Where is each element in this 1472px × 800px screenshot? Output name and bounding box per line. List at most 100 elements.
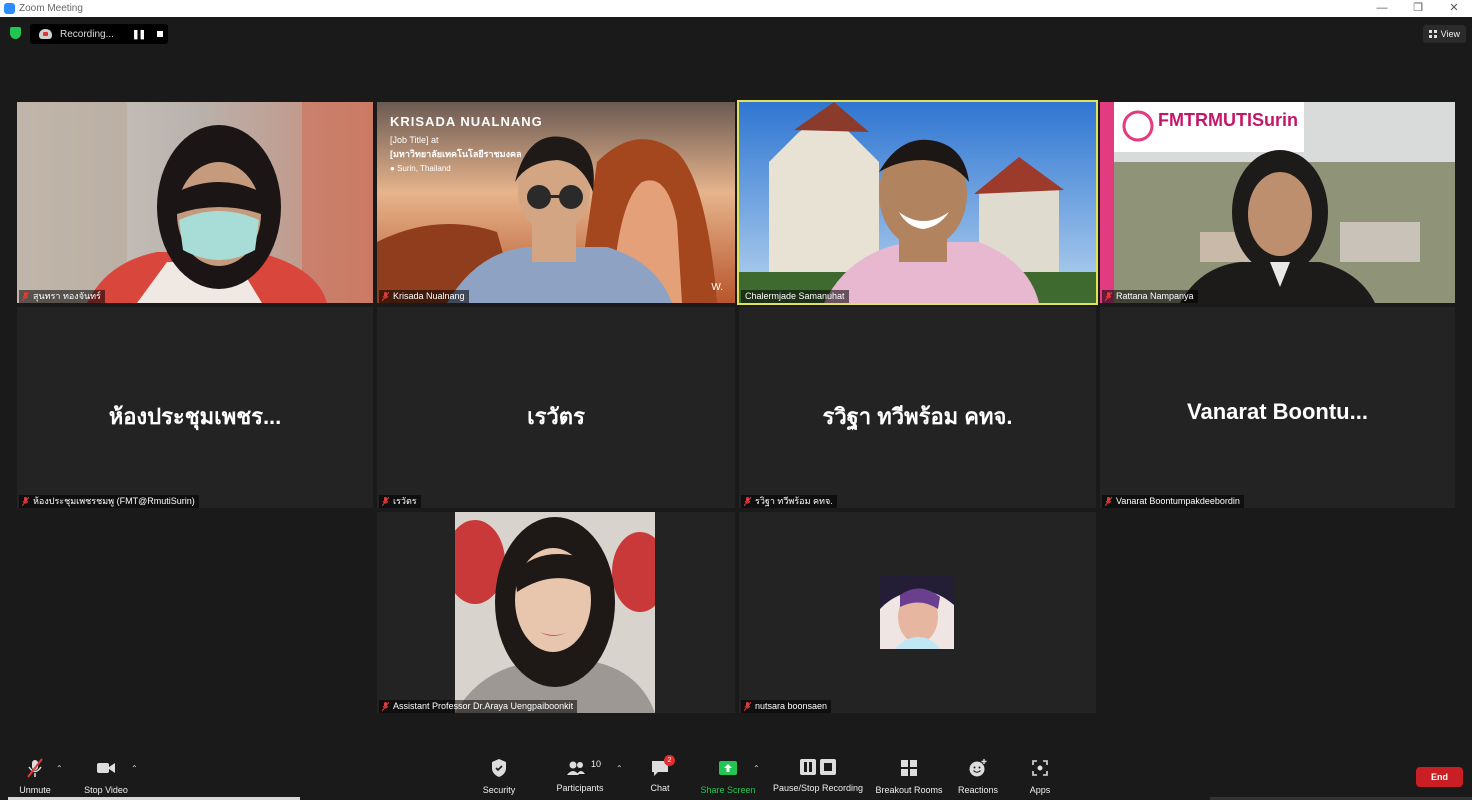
participants-icon-group: 10 bbox=[560, 758, 602, 778]
muted-mic-icon bbox=[744, 497, 751, 506]
grid-view-icon bbox=[1428, 30, 1437, 38]
participant-video bbox=[17, 102, 373, 303]
background-watermark: W. bbox=[711, 282, 723, 293]
pause-icon bbox=[800, 759, 816, 775]
security-label: Security bbox=[482, 785, 516, 795]
video-camera-icon bbox=[97, 763, 115, 773]
chat-button[interactable]: 2 Chat bbox=[645, 755, 675, 793]
stop-video-label: Stop Video bbox=[84, 785, 128, 795]
participant-video bbox=[377, 102, 735, 303]
close-icon[interactable]: ✕ bbox=[1436, 0, 1472, 17]
video-tile-off[interactable]: เรวัตร เรวัตร bbox=[377, 307, 735, 508]
participant-name-label: รวิฐา ทวีพร้อม คทจ. bbox=[741, 495, 837, 508]
participants-count: 10 bbox=[591, 759, 602, 769]
meeting-toolbar: Unmute ⌃ Stop Video ⌃ Security 10 Partic… bbox=[0, 752, 1472, 800]
breakout-rooms-button[interactable]: Breakout Rooms bbox=[874, 758, 944, 795]
view-button[interactable]: View bbox=[1422, 25, 1466, 43]
muted-mic-icon bbox=[1105, 497, 1112, 506]
breakout-rooms-icon bbox=[901, 760, 917, 776]
security-button[interactable]: Security bbox=[479, 758, 519, 795]
participant-display-name: รวิฐา ทวีพร้อม คทจ. bbox=[822, 404, 1013, 429]
stop-recording-icon[interactable] bbox=[157, 31, 164, 37]
apps-label: Apps bbox=[1029, 785, 1051, 795]
participants-options-caret-icon[interactable]: ⌃ bbox=[616, 764, 623, 773]
video-tile-off[interactable]: Vanarat Boontu... Vanarat Boontumpakdeeb… bbox=[1100, 307, 1455, 508]
muted-mic-icon bbox=[744, 702, 751, 711]
participant-name-label: Krisada Nualnang bbox=[379, 290, 469, 303]
video-tile[interactable]: สุนทรา ทองจันทร์ bbox=[17, 102, 373, 303]
background-org: [มหาวิทยาลัยเทคโนโลยีราชมงคล bbox=[390, 149, 522, 159]
muted-mic-icon bbox=[382, 702, 389, 711]
cloud-recording-icon bbox=[39, 29, 52, 39]
unmute-label: Unmute bbox=[19, 785, 51, 795]
participant-video bbox=[1100, 102, 1455, 303]
recording-indicator: Recording... ❚❚ bbox=[30, 24, 168, 44]
participants-label: Participants bbox=[556, 783, 604, 793]
background-title: KRISADA NUALNANG bbox=[390, 114, 543, 129]
apps-button[interactable]: Apps bbox=[1025, 758, 1055, 795]
participant-name-label: Chalermjade Samanuhat bbox=[741, 290, 849, 303]
window-title: Zoom Meeting bbox=[19, 3, 83, 14]
restore-icon[interactable]: ❐ bbox=[1400, 0, 1436, 17]
location-pin-icon: ● bbox=[390, 164, 395, 173]
video-tile-off[interactable]: nutsara boonsaen bbox=[739, 512, 1096, 713]
pause-stop-recording-label: Pause/Stop Recording bbox=[772, 783, 864, 793]
recording-controls-icons bbox=[799, 758, 837, 778]
window-titlebar: Zoom Meeting — ❐ ✕ bbox=[0, 0, 1472, 17]
encryption-shield-icon[interactable] bbox=[10, 27, 21, 39]
share-options-caret-icon[interactable]: ⌃ bbox=[753, 764, 760, 773]
chat-badge: 2 bbox=[664, 755, 675, 766]
muted-mic-icon bbox=[22, 497, 29, 506]
apps-icon bbox=[1032, 760, 1048, 776]
muted-mic-icon bbox=[22, 292, 29, 301]
end-meeting-button[interactable]: End bbox=[1416, 767, 1463, 787]
reactions-label: Reactions bbox=[957, 785, 999, 795]
video-options-caret-icon[interactable]: ⌃ bbox=[131, 764, 138, 773]
zoom-logo-icon bbox=[4, 3, 15, 14]
participants-icon bbox=[567, 761, 585, 775]
participant-name-label: Vanarat Boontumpakdeebordin bbox=[1102, 495, 1244, 508]
participant-display-name: เรวัตร bbox=[527, 404, 585, 429]
stop-icon bbox=[820, 759, 836, 775]
video-tile-off[interactable]: รวิฐา ทวีพร้อม คทจ. รวิฐา ทวีพร้อม คทจ. bbox=[739, 307, 1096, 508]
meeting-topbar: Recording... ❚❚ View bbox=[0, 17, 1472, 49]
muted-microphone-icon bbox=[27, 758, 43, 778]
minimize-icon[interactable]: — bbox=[1364, 0, 1400, 17]
background-banner-text: FMTRMUTISurin bbox=[1158, 110, 1298, 130]
participants-button[interactable]: 10 Participants bbox=[552, 758, 608, 793]
participant-avatar bbox=[880, 575, 954, 649]
chat-label: Chat bbox=[650, 783, 670, 793]
background-location: ● Surin, Thailand bbox=[390, 164, 451, 173]
reactions-smiley-icon bbox=[969, 759, 987, 777]
chat-icon-wrap: 2 bbox=[650, 755, 675, 778]
breakout-rooms-label: Breakout Rooms bbox=[875, 785, 943, 795]
reactions-button[interactable]: Reactions bbox=[955, 758, 1001, 795]
recording-label: Recording... bbox=[60, 28, 114, 40]
video-tile[interactable]: KRISADA NUALNANG [Job Title] at [มหาวิทย… bbox=[377, 102, 735, 303]
participant-name-label: เรวัตร bbox=[379, 495, 421, 508]
stop-video-button[interactable]: Stop Video bbox=[80, 758, 132, 795]
video-tile[interactable]: FMTRMUTISurin Rattana Nampanya bbox=[1100, 102, 1455, 303]
video-tile-active-speaker[interactable]: Chalermjade Samanuhat bbox=[737, 100, 1098, 305]
background-job: [Job Title] at bbox=[390, 135, 439, 145]
unmute-button[interactable]: Unmute bbox=[15, 758, 55, 795]
participant-name-label: ห้องประชุมเพชรชมพู (FMT@RmutiSurin) bbox=[19, 495, 199, 508]
video-tile[interactable]: Assistant Professor Dr.Araya Uengpaiboon… bbox=[377, 512, 735, 713]
audio-options-caret-icon[interactable]: ⌃ bbox=[56, 764, 63, 773]
participant-name-label: nutsara boonsaen bbox=[741, 700, 832, 713]
muted-mic-icon bbox=[382, 497, 389, 506]
participant-video bbox=[739, 102, 1096, 303]
security-shield-icon bbox=[492, 759, 506, 777]
view-label: View bbox=[1440, 29, 1460, 39]
participant-video bbox=[455, 512, 655, 713]
pause-recording-icon[interactable]: ❚❚ bbox=[132, 29, 146, 40]
participant-name-label: สุนทรา ทองจันทร์ bbox=[19, 290, 105, 303]
share-screen-button[interactable]: Share Screen bbox=[700, 758, 756, 795]
participant-name-label: Assistant Professor Dr.Araya Uengpaiboon… bbox=[379, 700, 578, 713]
share-screen-label: Share Screen bbox=[700, 785, 756, 795]
participant-name-label: Rattana Nampanya bbox=[1102, 290, 1198, 303]
pause-stop-recording-button[interactable]: Pause/Stop Recording bbox=[771, 758, 865, 793]
participant-display-name: Vanarat Boontu... bbox=[1187, 399, 1368, 424]
video-tile-off[interactable]: ห้องประชุมเพชร... ห้องประชุมเพชรชมพู (FM… bbox=[17, 307, 373, 508]
share-screen-icon bbox=[719, 761, 737, 775]
